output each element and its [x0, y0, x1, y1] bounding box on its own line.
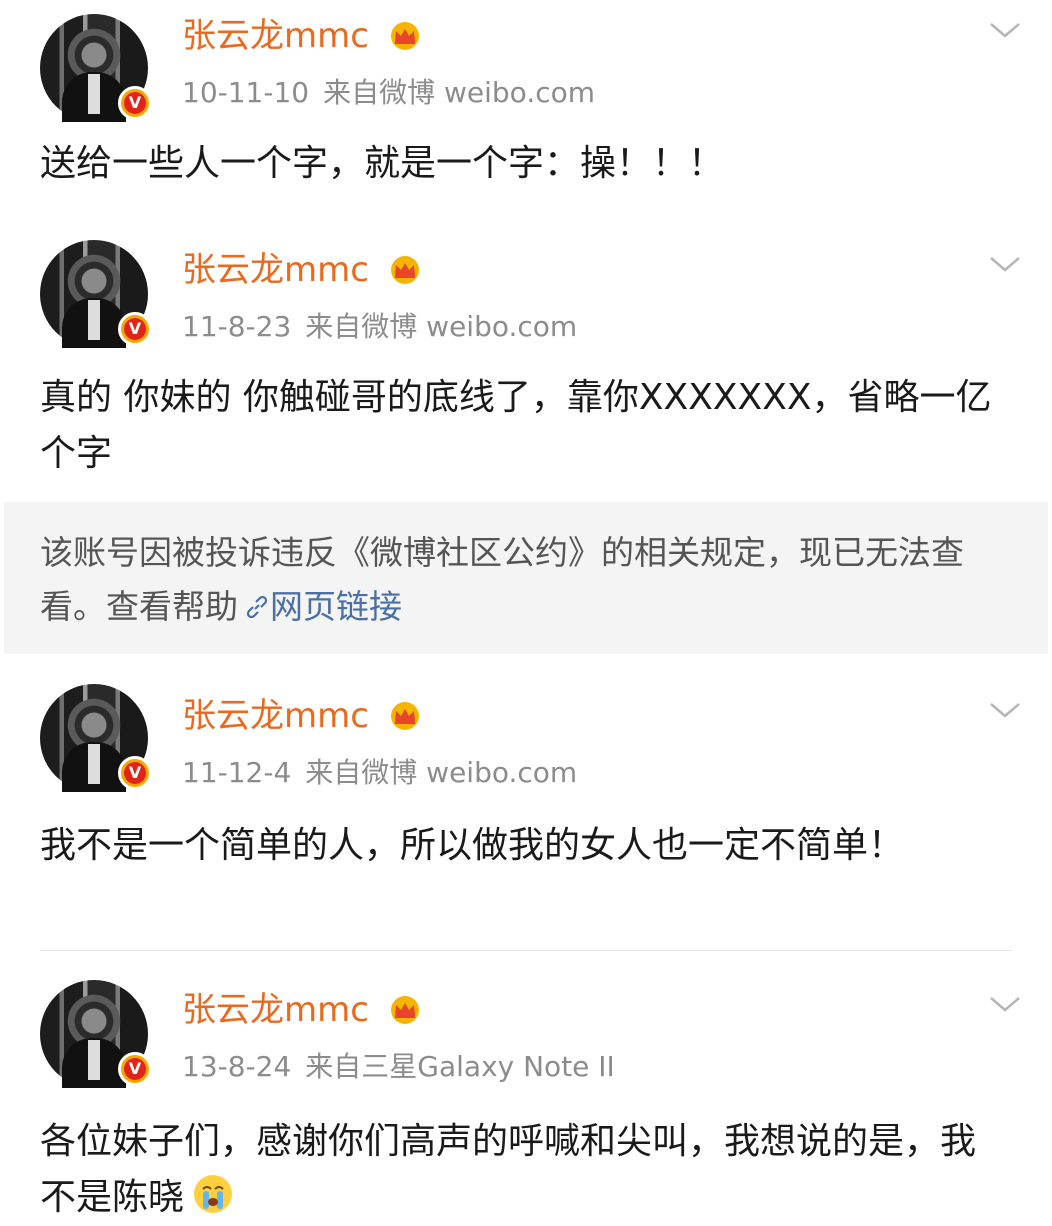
verified-badge-icon: V	[118, 1052, 152, 1086]
post-date: 13-8-24	[182, 1050, 292, 1083]
web-link[interactable]: 网页链接	[270, 587, 402, 626]
avatar[interactable]: V	[40, 980, 152, 1088]
post-source: 来自微博 weibo.com	[305, 310, 578, 343]
post-text: 真的 你妹的 你触碰哥的底线了，靠你XXXXXXX，省略一亿个字	[40, 377, 992, 474]
post-card[interactable]: V 张云龙mmc 11-8-23 来自微博 weibo.com 真的 你妹的 你触…	[4, 234, 1048, 502]
chevron-down-icon[interactable]	[988, 20, 1022, 40]
post-meta: 11-8-23 来自微博 weibo.com	[182, 310, 577, 344]
crown-icon	[390, 996, 419, 1024]
post-date: 11-8-23	[182, 310, 292, 343]
username[interactable]: 张云龙mmc	[182, 250, 422, 290]
post-source: 来自微博 weibo.com	[305, 756, 578, 789]
crown-icon	[390, 22, 419, 50]
avatar[interactable]: V	[40, 684, 152, 792]
avatar[interactable]: V	[40, 14, 152, 122]
notice-text: 该账号因被投诉违反《微博社区公约》的相关规定，现已无法查看。查看帮助	[40, 533, 964, 626]
chevron-down-icon[interactable]	[988, 254, 1022, 274]
account-suspended-notice: 该账号因被投诉违反《微博社区公约》的相关规定，现已无法查看。查看帮助 网页链接	[4, 502, 1048, 654]
post-source: 来自三星Galaxy Note II	[305, 1050, 615, 1083]
post-text: 送给一些人一个字，就是一个字：操！！！	[40, 143, 725, 184]
post-date: 11-12-4	[182, 756, 292, 789]
verified-badge-icon: V	[118, 756, 152, 790]
crown-icon	[390, 702, 419, 730]
post-card[interactable]: V 张云龙mmc 11-12-4 来自微博 weibo.com 我不是一个简单的人…	[4, 654, 1048, 950]
link-icon	[246, 595, 268, 619]
username[interactable]: 张云龙mmc	[182, 16, 422, 56]
chevron-down-icon[interactable]	[988, 700, 1022, 720]
post-source: 来自微博 weibo.com	[323, 76, 596, 109]
verified-badge-icon: V	[118, 86, 152, 120]
post-meta: 10-11-10 来自微博 weibo.com	[182, 76, 595, 110]
chevron-down-icon[interactable]	[988, 994, 1022, 1014]
post-card[interactable]: V 张云龙mmc 13-8-24 来自三星Galaxy Note II 各位妹子们…	[4, 950, 1048, 1224]
verified-badge-icon: V	[118, 312, 152, 346]
weibo-feed: V 张云龙mmc 10-11-10 来自微博 weibo.com 送给一些人一个字…	[4, 0, 1048, 1224]
avatar[interactable]: V	[40, 240, 152, 348]
post-card[interactable]: V 张云龙mmc 10-11-10 来自微博 weibo.com 送给一些人一个字…	[4, 0, 1048, 210]
post-date: 10-11-10	[182, 76, 310, 109]
post-meta: 13-8-24 来自三星Galaxy Note II	[182, 1050, 615, 1084]
crown-icon	[390, 256, 419, 284]
post-meta: 11-12-4 来自微博 weibo.com	[182, 756, 577, 790]
crying-emoji-icon	[194, 1175, 233, 1213]
post-text: 各位妹子们，感谢你们高声的呼喊和尖叫，我想说的是，我不是陈晓	[40, 1121, 977, 1218]
post-text: 我不是一个简单的人，所以做我的女人也一定不简单！	[40, 825, 905, 866]
username[interactable]: 张云龙mmc	[182, 990, 422, 1030]
username[interactable]: 张云龙mmc	[182, 696, 422, 736]
